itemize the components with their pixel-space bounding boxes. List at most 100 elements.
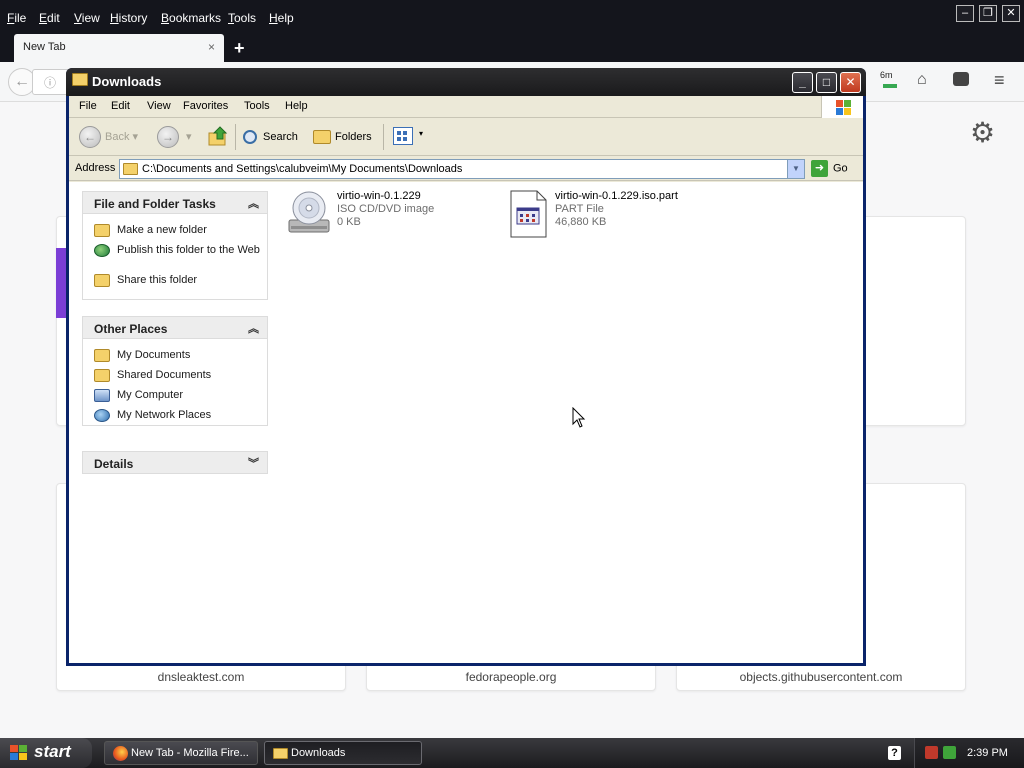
menu-view[interactable]: View [147,100,171,112]
taskbar: start New Tab - Mozilla Fire... Download… [0,738,1024,768]
folder-icon [273,748,288,759]
chevron-down-icon[interactable]: ▼ [787,160,804,178]
new-tab-plus-icon[interactable]: + [234,38,245,59]
file-size: 0 KB [337,216,361,228]
explorer-content: File and Folder Tasks ︽ Make a new folde… [69,182,863,663]
task-pane: File and Folder Tasks ︽ Make a new folde… [69,182,279,663]
mouse-cursor-icon [572,407,586,428]
task-share-folder[interactable]: Share this folder [83,274,267,294]
pocket-icon[interactable] [953,72,969,86]
panel-title: Other Places [94,322,168,336]
ff-menu-edit[interactable]: Edit [39,11,60,25]
ff-menu-file[interactable]: File [7,11,26,25]
other-places-panel: Other Places ︽ My Documents Shared Docum… [82,316,268,426]
generic-file-icon [509,190,547,238]
collapse-chevron-icon[interactable]: ︽ [248,320,259,336]
extension-icon[interactable] [883,84,897,88]
file-item-part[interactable]: virtio-win-0.1.229.iso.part PART File 46… [503,190,723,240]
address-path: C:\Documents and Settings\calubveim\My D… [142,163,463,175]
place-my-documents[interactable]: My Documents [83,349,267,369]
panel-header[interactable]: Other Places ︽ [83,317,267,339]
ff-restore-button[interactable]: ❐ [979,5,997,22]
file-item-iso[interactable]: virtio-win-0.1.229 ISO CD/DVD image 0 KB [285,190,485,240]
expand-chevron-icon[interactable]: ︾ [248,455,259,471]
folders-icon [313,130,331,145]
ff-minimize-button[interactable]: ‒ [956,5,974,22]
start-label: start [34,742,71,761]
explorer-titlebar[interactable]: Downloads _ □ ✕ [66,68,866,96]
windows-flag-icon [10,745,28,761]
windows-logo-icon [821,96,863,118]
gear-icon[interactable]: ⚙ [970,116,995,149]
place-shared-documents[interactable]: Shared Documents [83,369,267,389]
ff-menu-bookmarks[interactable]: Bookmarks [161,11,221,25]
menu-help[interactable]: Help [285,100,308,112]
help-icon[interactable]: ? [888,746,901,760]
explorer-toolbar: ← Back ▾ → ▾ Search Folders ▾ [69,118,863,156]
panel-title: File and Folder Tasks [94,197,216,211]
place-my-network[interactable]: My Network Places [83,409,267,429]
cd-drive-icon [287,190,331,236]
go-arrow-icon: ➜ [811,160,828,177]
new-folder-icon [94,224,110,237]
network-status-icon[interactable] [943,746,956,759]
search-button[interactable]: Search [243,126,298,148]
collapse-chevron-icon[interactable]: ︽ [248,195,259,211]
task-publish-web[interactable]: Publish this folder to the Web [83,244,263,274]
maximize-button[interactable]: □ [816,72,837,93]
explorer-body: File Edit View Favorites Tools Help ← Bac… [69,96,863,663]
panel-header[interactable]: File and Folder Tasks ︽ [83,192,267,214]
menu-favorites[interactable]: Favorites [183,100,228,112]
extension-badge[interactable]: 6m [880,70,893,80]
search-icon [243,130,257,145]
panel-header[interactable]: Details ︾ [83,452,267,474]
file-size: 46,880 KB [555,216,607,228]
ff-menu-help[interactable]: Help [269,11,294,25]
firefox-icon [113,746,128,761]
ff-menu-tools[interactable]: Tools [228,11,256,25]
back-button[interactable]: ← Back ▾ [79,126,138,149]
firefox-menubar: File Edit View History Bookmarks Tools H… [0,0,1024,34]
ff-menu-view[interactable]: View [74,11,100,25]
explorer-window: Downloads _ □ ✕ File Edit View Favorites… [66,68,866,666]
file-type: PART File [555,203,604,215]
file-type: ISO CD/DVD image [337,203,435,215]
ff-menu-history[interactable]: History [110,11,147,25]
back-arrow-icon: ← [79,126,101,149]
folders-button[interactable]: Folders [313,126,372,148]
file-name: virtio-win-0.1.229 [337,190,421,202]
taskbar-firefox-button[interactable]: New Tab - Mozilla Fire... [104,741,258,765]
forward-arrow-icon: → [157,126,179,149]
minimize-button[interactable]: _ [792,72,813,93]
firefox-tabbar: New Tab × [0,34,1024,62]
address-label: Address [75,162,116,174]
start-button[interactable]: start [0,738,92,768]
menu-tools[interactable]: Tools [244,100,270,112]
tab-new-tab[interactable]: New Tab × [14,34,224,62]
tab-close-icon[interactable]: × [208,40,215,54]
info-icon[interactable]: ⓘ [44,74,56,91]
network-icon [94,409,110,422]
place-my-computer[interactable]: My Computer [83,389,267,409]
go-button[interactable]: ➜ Go [811,160,848,177]
ff-close-button[interactable]: ✕ [1002,5,1020,22]
file-folder-tasks-panel: File and Folder Tasks ︽ Make a new folde… [82,191,268,300]
taskbar-downloads-button[interactable]: Downloads [264,741,422,765]
views-icon[interactable] [393,127,413,145]
home-icon[interactable]: ⌂ [917,71,927,89]
views-dropdown-icon[interactable]: ▾ [419,127,423,149]
close-button[interactable]: ✕ [840,72,861,93]
share-folder-icon [94,274,110,287]
taskbar-button-label: Downloads [291,747,346,759]
menu-file[interactable]: File [79,100,97,112]
task-make-new-folder[interactable]: Make a new folder [83,224,267,244]
file-name: virtio-win-0.1.229.iso.part [555,190,678,202]
up-folder-icon[interactable] [207,125,229,147]
tab-title: New Tab [23,41,66,53]
address-field[interactable]: C:\Documents and Settings\calubveim\My D… [119,159,805,179]
menu-edit[interactable]: Edit [111,100,130,112]
hamburger-menu-icon[interactable]: ≡ [994,70,1005,91]
forward-button[interactable]: → ▾ [157,126,192,149]
security-shield-icon[interactable] [925,746,938,759]
folder-icon [94,349,110,362]
